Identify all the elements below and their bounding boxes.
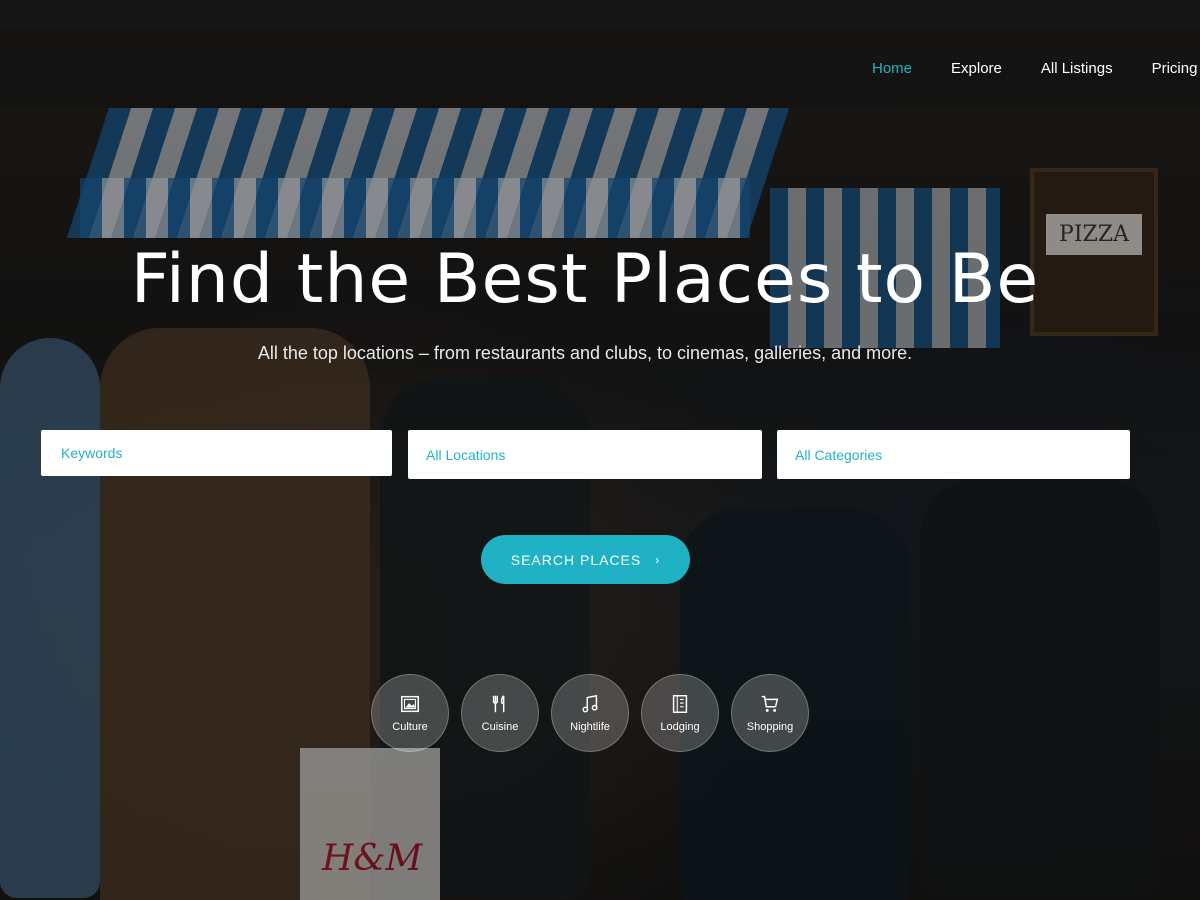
category-label: Lodging: [660, 721, 700, 733]
location-select-value: All Locations: [426, 446, 506, 463]
top-bar: [0, 0, 1200, 28]
navbar: Home Explore All Listings Pricing: [0, 28, 1200, 108]
nav-explore[interactable]: Explore: [951, 60, 1002, 77]
category-culture[interactable]: Culture: [371, 674, 449, 752]
hero-title: Find the Best Places to Be: [130, 240, 1040, 319]
utensils-icon: [492, 695, 505, 713]
category-nightlife[interactable]: Nightlife: [551, 674, 629, 752]
location-select[interactable]: All Locations: [408, 430, 762, 479]
building-icon: [672, 695, 688, 713]
nav-all-listings[interactable]: All Listings: [1041, 60, 1113, 77]
keywords-field[interactable]: [41, 430, 392, 476]
hero-subtitle: All the top locations – from restaurants…: [257, 343, 913, 363]
category-select-value: All Categories: [795, 446, 883, 463]
nav-home[interactable]: Home: [872, 60, 912, 77]
keywords-input[interactable]: [59, 444, 392, 462]
category-select[interactable]: All Categories: [777, 430, 1130, 479]
image-icon: [401, 695, 419, 713]
nav-pricing[interactable]: Pricing: [1152, 60, 1198, 77]
category-lodging[interactable]: Lodging: [641, 674, 719, 752]
category-label: Shopping: [746, 721, 794, 733]
cart-icon: [761, 695, 779, 712]
category-label: Cuisine: [481, 721, 519, 733]
search-button-label: SEARCH PLACES: [510, 551, 642, 568]
category-label: Culture: [392, 721, 428, 733]
main-nav: Home Explore All Listings Pricing: [872, 28, 1200, 108]
music-note-icon: [582, 694, 598, 713]
category-shortcuts: Culture Cuisine Nightlife Lodging Shoppi…: [371, 674, 821, 752]
category-label: Nightlife: [570, 721, 610, 733]
category-cuisine[interactable]: Cuisine: [461, 674, 539, 752]
category-shopping[interactable]: Shopping: [731, 674, 809, 752]
chevron-right-icon: ›: [655, 552, 661, 567]
search-places-button[interactable]: SEARCH PLACES ›: [481, 535, 690, 584]
